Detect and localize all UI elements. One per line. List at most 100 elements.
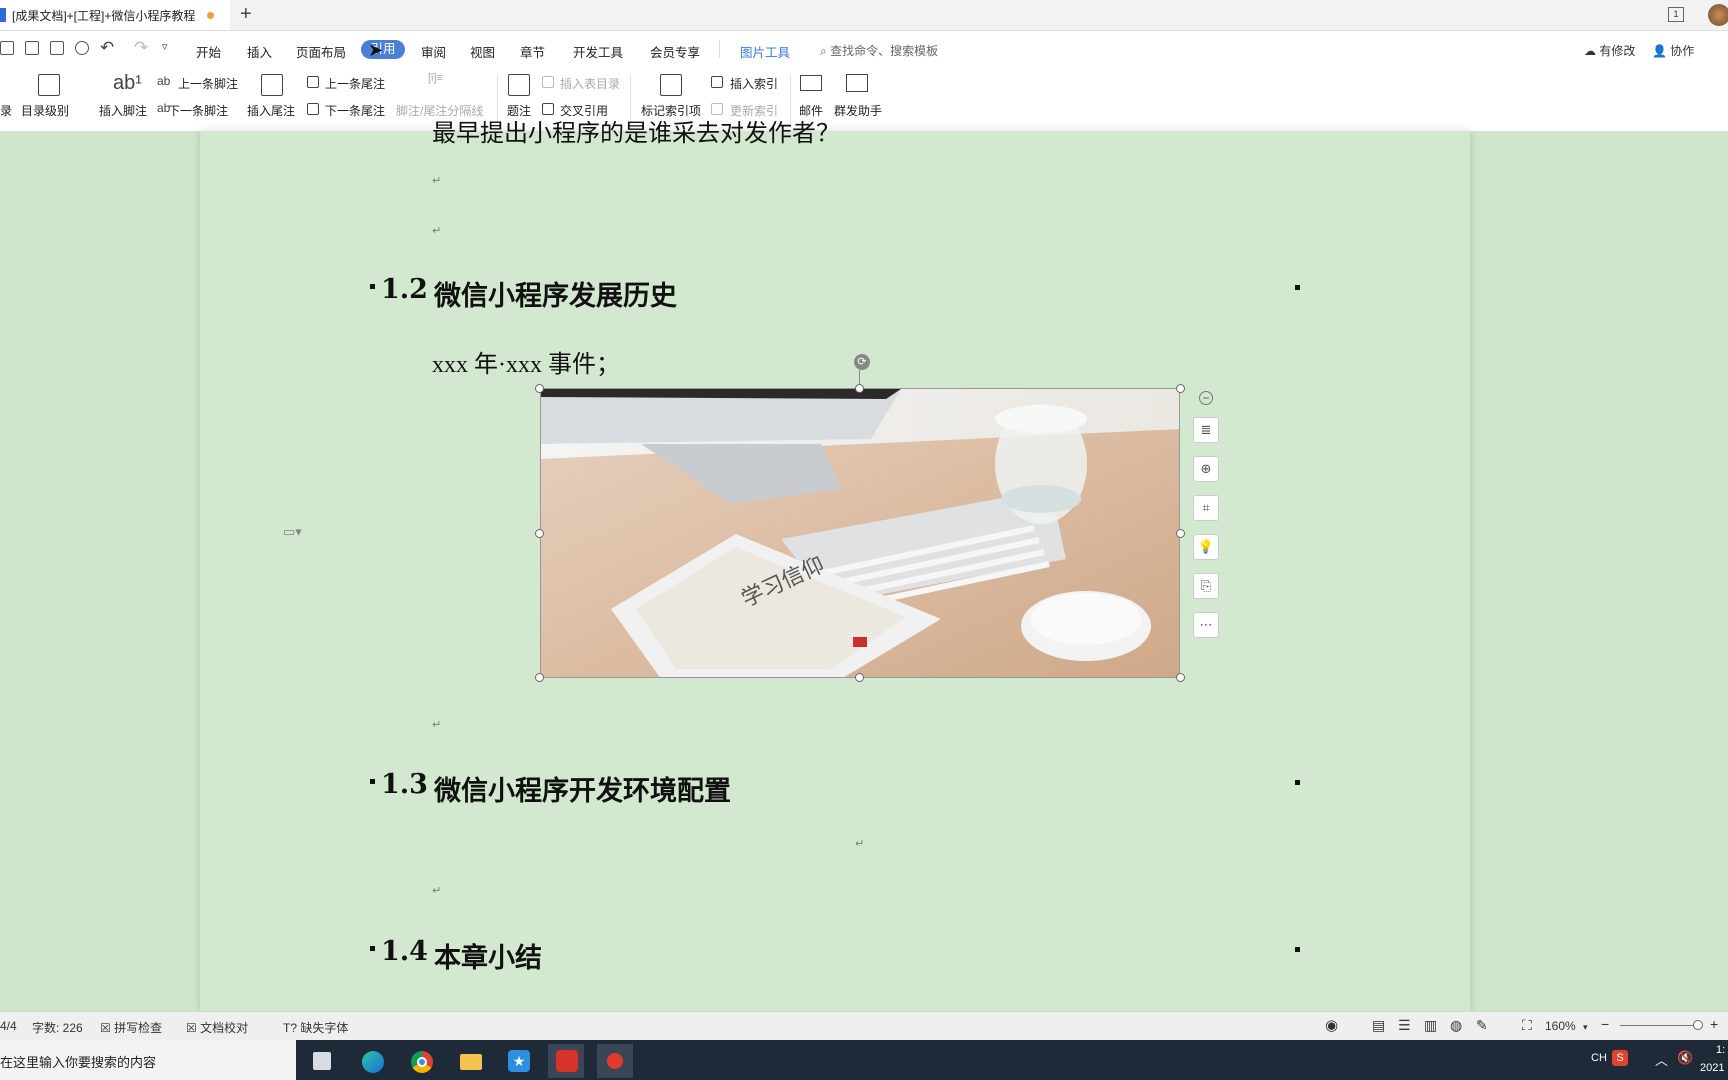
print-preview-icon[interactable] bbox=[75, 41, 89, 55]
heading-1-2[interactable]: 微信小程序发展历史 bbox=[434, 274, 677, 313]
file-explorer-icon[interactable] bbox=[452, 1044, 488, 1078]
heading-1-3[interactable]: 微信小程序开发环境配置 bbox=[434, 769, 731, 808]
page-view-icon[interactable]: ▤ bbox=[1372, 1017, 1385, 1034]
eye-protection-icon[interactable]: ◉ bbox=[1325, 1016, 1338, 1034]
zoom-level[interactable]: 160% bbox=[1545, 1019, 1576, 1033]
caption-button[interactable]: 题注 bbox=[507, 102, 531, 119]
layout-options-icon[interactable]: ≣ bbox=[1193, 417, 1219, 443]
menu-view[interactable]: 视图 bbox=[470, 42, 495, 61]
menu-home[interactable]: 开始 bbox=[196, 42, 221, 61]
toc-button-label[interactable]: 录 bbox=[0, 102, 12, 119]
zoom-slider-track[interactable] bbox=[1620, 1025, 1700, 1026]
separator-line-icon: [i]≡ bbox=[428, 72, 443, 84]
heading-1-4[interactable]: 本章小结 bbox=[434, 936, 542, 975]
collaborate-button[interactable]: 👤 协作 bbox=[1652, 42, 1694, 59]
has-edits-label: 有修改 bbox=[1599, 44, 1636, 58]
resize-handle-nw[interactable] bbox=[535, 384, 544, 393]
page-indicator-icon[interactable]: 1 bbox=[1668, 7, 1684, 22]
avatar[interactable] bbox=[1708, 4, 1728, 26]
heading-1-4-number[interactable]: 1.4 bbox=[381, 936, 428, 967]
clock-date[interactable]: 2021 bbox=[1700, 1062, 1724, 1074]
footnote-separator-button[interactable]: 脚注/尾注分隔线 bbox=[396, 102, 483, 119]
taskbar-search[interactable]: 在这里输入你要搜索的内容 bbox=[0, 1040, 296, 1080]
crop-icon[interactable]: ⌗ bbox=[1193, 495, 1219, 521]
menu-insert[interactable]: 插入 bbox=[247, 42, 272, 61]
save-icon[interactable] bbox=[0, 41, 14, 55]
zoom-dropdown-icon[interactable]: ▾ bbox=[1583, 1022, 1588, 1033]
command-search[interactable]: ⌕ 查找命令、搜索模板 bbox=[820, 42, 938, 59]
customize-quick-access-icon[interactable]: ▿ bbox=[162, 40, 168, 53]
convert-icon[interactable]: ⎘ bbox=[1193, 573, 1219, 599]
print-icon[interactable] bbox=[50, 41, 64, 55]
pinned-app-icon[interactable]: ★ bbox=[500, 1044, 536, 1078]
menu-picture-tools[interactable]: 图片工具 bbox=[740, 42, 790, 61]
toc-level-button[interactable]: 目录级别 bbox=[21, 102, 69, 119]
menu-developer[interactable]: 开发工具 bbox=[573, 42, 623, 61]
resize-handle-n[interactable] bbox=[855, 384, 864, 393]
next-endnote-button[interactable]: 下一条尾注 bbox=[325, 102, 385, 119]
menu-section[interactable]: 章节 bbox=[520, 42, 545, 61]
zoom-in-icon[interactable]: + bbox=[1710, 1016, 1718, 1032]
prev-footnote-button[interactable]: 上一条脚注 bbox=[178, 75, 238, 92]
resize-handle-s[interactable] bbox=[855, 673, 864, 682]
undo-icon[interactable]: ↶ bbox=[100, 38, 114, 58]
resize-handle-w[interactable] bbox=[535, 529, 544, 538]
page-number[interactable]: 4/4 bbox=[0, 1019, 17, 1033]
document-tab[interactable]: [成果文档]+[工程]+微信小程序教程 bbox=[0, 0, 230, 30]
resize-handle-e[interactable] bbox=[1176, 529, 1185, 538]
selected-image[interactable]: 学习信仰 bbox=[540, 388, 1180, 678]
spell-check-button[interactable]: ☒ 拼写检查 bbox=[100, 1019, 162, 1036]
sogou-ime-icon[interactable]: S bbox=[1612, 1050, 1628, 1066]
cross-reference-button[interactable]: 交叉引用 bbox=[560, 102, 608, 119]
mass-send-button[interactable]: 群发助手 bbox=[834, 102, 882, 119]
missing-font-button[interactable]: T? 缺失字体 bbox=[283, 1019, 348, 1036]
insert-footnote-button[interactable]: 插入脚注 bbox=[99, 102, 147, 119]
ime-indicator[interactable]: CH bbox=[1591, 1052, 1607, 1064]
mail-button[interactable]: 邮件 bbox=[799, 102, 823, 119]
menu-review[interactable]: 审阅 bbox=[421, 42, 446, 61]
more-icon[interactable]: ⋯ bbox=[1193, 612, 1219, 638]
outline-view-icon[interactable]: ☰ bbox=[1398, 1017, 1411, 1034]
zoom-icon[interactable]: ⊕ bbox=[1193, 456, 1219, 482]
resize-handle-ne[interactable] bbox=[1176, 384, 1185, 393]
show-hidden-icons-icon[interactable]: ︿ bbox=[1655, 1050, 1668, 1069]
has-edits-button[interactable]: ☁ 有修改 bbox=[1584, 42, 1635, 59]
idea-icon[interactable]: 💡 bbox=[1193, 534, 1219, 560]
heading-1-2-number[interactable]: 1.2 bbox=[381, 274, 428, 305]
write-mode-icon[interactable]: ✎ bbox=[1476, 1017, 1488, 1034]
chrome-icon[interactable] bbox=[403, 1044, 439, 1078]
proofread-button[interactable]: ☒ 文档校对 bbox=[186, 1019, 248, 1036]
resize-handle-sw[interactable] bbox=[535, 673, 544, 682]
volume-muted-icon[interactable]: 🔇 bbox=[1677, 1050, 1693, 1066]
mark-index-icon bbox=[660, 74, 682, 96]
prev-endnote-button[interactable]: 上一条尾注 bbox=[325, 75, 385, 92]
export-pdf-icon[interactable] bbox=[25, 41, 39, 55]
wps-taskbar-icon[interactable] bbox=[548, 1044, 584, 1078]
clock-time[interactable]: 1: bbox=[1716, 1044, 1725, 1056]
update-index-button[interactable]: 更新索引 bbox=[730, 102, 778, 119]
resize-handle-se[interactable] bbox=[1176, 673, 1185, 682]
menu-page-layout[interactable]: 页面布局 bbox=[296, 42, 346, 61]
rotate-handle-icon[interactable]: ⟳ bbox=[854, 354, 870, 370]
word-count[interactable]: 字数: 226 bbox=[32, 1019, 83, 1036]
collapse-toolbar-icon[interactable]: − bbox=[1199, 391, 1213, 405]
insert-table-of-figures-button[interactable]: 插入表目录 bbox=[560, 75, 620, 92]
edge-icon[interactable] bbox=[354, 1044, 390, 1078]
recorder-taskbar-icon[interactable] bbox=[597, 1044, 633, 1078]
body-paragraph[interactable]: xxx 年·xxx 事件； bbox=[432, 344, 620, 379]
insert-endnote-button[interactable]: 插入尾注 bbox=[247, 102, 295, 119]
reading-view-icon[interactable]: ▥ bbox=[1424, 1017, 1437, 1034]
paste-options-icon[interactable]: ▭▾ bbox=[283, 524, 302, 540]
new-tab-button[interactable]: + bbox=[240, 3, 252, 26]
menu-member[interactable]: 会员专享 bbox=[650, 42, 700, 61]
redo-icon[interactable]: ↷ bbox=[134, 38, 148, 58]
next-footnote-button[interactable]: 下一条脚注 bbox=[168, 102, 228, 119]
task-view-icon[interactable] bbox=[304, 1044, 340, 1078]
insert-index-button[interactable]: 插入索引 bbox=[730, 75, 778, 92]
zoom-slider-thumb[interactable] bbox=[1693, 1020, 1703, 1030]
mark-index-button[interactable]: 标记索引项 bbox=[641, 102, 701, 119]
fit-page-icon[interactable]: ⛶ bbox=[1522, 1017, 1532, 1034]
heading-1-3-number[interactable]: 1.3 bbox=[381, 769, 428, 800]
zoom-out-icon[interactable]: − bbox=[1601, 1016, 1609, 1032]
web-view-icon[interactable]: ◍ bbox=[1450, 1017, 1462, 1034]
